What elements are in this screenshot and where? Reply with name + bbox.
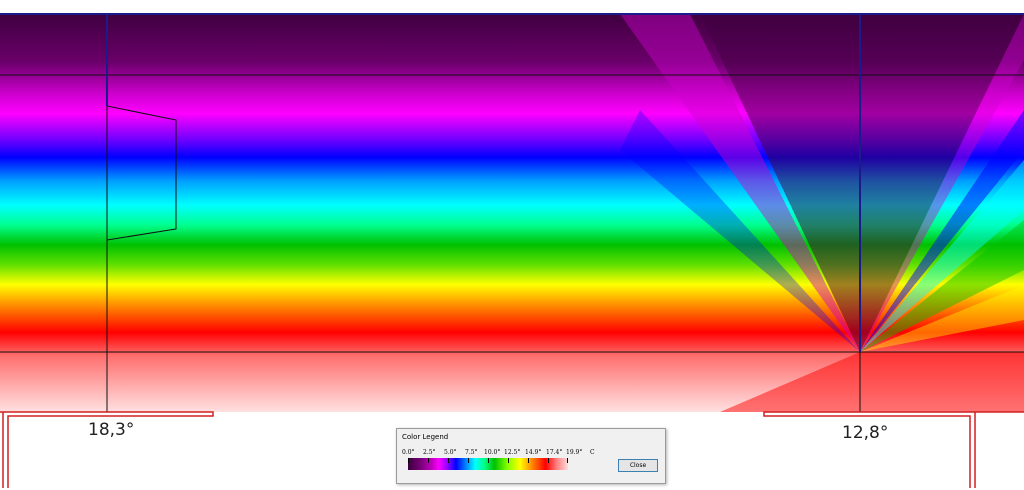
legend-tick (468, 458, 469, 463)
temp-label-right: 12,8° (842, 423, 889, 443)
legend-tick-label: 14.9° (525, 449, 542, 456)
legend-tick (408, 458, 409, 463)
temp-label-left: 18,3° (88, 420, 135, 440)
legend-tick (528, 458, 529, 463)
thermal-field-view (0, 13, 1024, 488)
legend-tick (488, 458, 489, 463)
legend-tick-label: 2.5° (423, 449, 436, 456)
legend-tick-label: 10.0° (484, 449, 501, 456)
legend-tick-label: 19.9° (566, 449, 583, 456)
legend-unit: C (590, 449, 595, 456)
legend-tick-label: 7.5° (465, 449, 478, 456)
legend-tick-label: 17.4° (546, 449, 563, 456)
legend-tick (567, 458, 568, 463)
close-button[interactable]: Close (618, 459, 658, 472)
legend-tick (548, 458, 549, 463)
legend-tick-label: 12.5° (504, 449, 521, 456)
legend-tick (448, 458, 449, 463)
legend-tick-label: 0.0° (402, 449, 415, 456)
legend-tick (428, 458, 429, 463)
legend-tick (508, 458, 509, 463)
legend-tick-label: 5.0° (444, 449, 457, 456)
dialog-title: Color Legend (402, 433, 449, 441)
color-legend-dialog: Color Legend 0.0° 2.5° 5.0° 7.5° 10.0° 1… (396, 428, 666, 484)
